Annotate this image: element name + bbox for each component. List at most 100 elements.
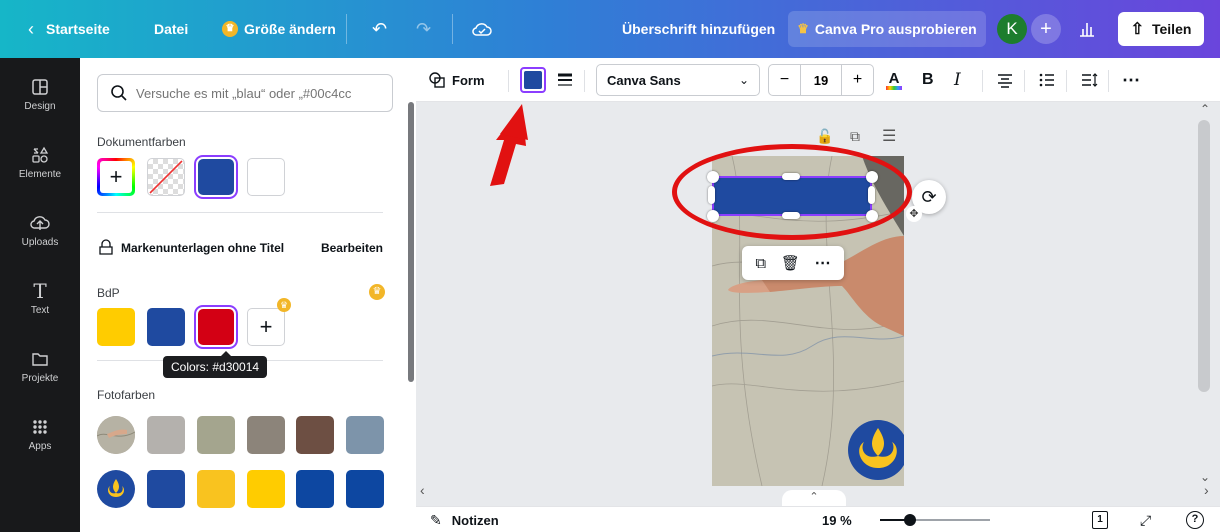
shape-button[interactable]: Form [428, 58, 485, 102]
try-pro-button[interactable]: ♛ Canva Pro ausprobieren [788, 11, 986, 47]
file-menu[interactable]: Datei [154, 0, 188, 58]
panel-scrollbar[interactable] [408, 102, 414, 382]
list-button[interactable] [1038, 58, 1056, 102]
avatar[interactable]: K [997, 14, 1027, 44]
notes-button[interactable]: ✎ Notizen [430, 507, 499, 532]
add-palette-color-button[interactable]: + [247, 308, 285, 346]
photo-swatch[interactable] [346, 416, 384, 454]
border-style-button[interactable] [556, 58, 574, 102]
add-collaborator-button[interactable]: + [1031, 14, 1061, 44]
shape-label: Form [452, 72, 485, 88]
rail-item-elements[interactable]: Elemente [0, 132, 80, 192]
rail-item-design[interactable]: Design [0, 64, 80, 124]
divider [346, 14, 347, 44]
fullscreen-button[interactable]: ⤢ [1140, 507, 1151, 532]
shape-icon [429, 72, 445, 88]
text-color-button[interactable]: A [886, 58, 902, 102]
resize-label: Größe ändern [244, 21, 336, 37]
canvas-scrollbar[interactable] [1198, 120, 1210, 392]
undo-button[interactable]: ↶ [372, 0, 387, 58]
add-color-button[interactable]: + [97, 158, 135, 196]
text-color-icon: A [886, 71, 902, 90]
italic-button[interactable]: I [954, 58, 961, 102]
color-search[interactable] [97, 74, 393, 112]
save-status-button[interactable] [472, 0, 492, 58]
photo-swatch[interactable] [147, 416, 185, 454]
divider [1066, 70, 1067, 92]
photo-swatch[interactable] [197, 470, 235, 508]
font-size-value[interactable]: 19 [801, 65, 841, 95]
bullet-list-icon [1039, 73, 1054, 87]
scroll-up-arrow[interactable]: ⌃ [1200, 102, 1210, 116]
expand-icon: ⤢ [1140, 511, 1152, 528]
add-heading-button[interactable]: Überschrift hinzufügen [622, 0, 775, 58]
page-count-button[interactable]: 1 [1092, 507, 1108, 532]
rail-item-uploads[interactable]: Uploads [0, 200, 80, 260]
duplicate-page-button[interactable]: ⧉ [850, 128, 860, 145]
rail-item-projects[interactable]: Projekte [0, 336, 80, 396]
back-home-button[interactable]: ‹ Startseite [28, 0, 110, 58]
photo-swatch[interactable] [247, 470, 285, 508]
more-options-button[interactable]: ⋯ [1122, 58, 1140, 102]
notes-label: Notizen [451, 512, 499, 528]
bold-icon: B [922, 71, 934, 88]
upload-share-icon: ⇧ [1130, 21, 1144, 38]
divider [508, 70, 509, 92]
doc-color-swatch-white[interactable] [247, 158, 285, 196]
decrease-size-button[interactable]: − [769, 65, 801, 95]
help-button[interactable]: ? [1186, 507, 1204, 532]
trash-icon[interactable]: 🗑 [781, 254, 800, 272]
add-page-button[interactable]: ☰ [882, 126, 896, 146]
logo-thumbnail[interactable] [97, 470, 135, 508]
font-size-stepper: − 19 + [768, 64, 874, 96]
photo-swatch[interactable] [296, 416, 334, 454]
transparent-swatch[interactable] [147, 158, 185, 196]
zoom-slider-thumb[interactable] [904, 514, 916, 526]
brand-kit-row: Markenunterlagen ohne Titel Bearbeiten [97, 238, 383, 258]
photo-thumbnail[interactable] [97, 416, 135, 454]
palette-swatch-red[interactable] [198, 309, 234, 345]
lock-page-button[interactable]: 🔓 [816, 128, 833, 145]
scroll-left-arrow[interactable]: ‹ [420, 482, 425, 498]
fill-color-button[interactable] [520, 58, 546, 102]
crown-icon: ♛ [369, 284, 385, 300]
brand-edit-link[interactable]: Bearbeiten [321, 241, 383, 255]
zoom-slider[interactable] [880, 507, 990, 532]
minus-icon: − [779, 71, 790, 88]
zoom-value[interactable]: 19 % [822, 507, 852, 532]
spacing-button[interactable] [1080, 58, 1098, 102]
resize-button[interactable]: ♛ Größe ändern [222, 0, 336, 58]
photo-swatch[interactable] [346, 470, 384, 508]
rail-item-text[interactable]: T Text [0, 268, 80, 328]
palette-swatch-yellow[interactable] [97, 308, 135, 346]
photo-swatch[interactable] [197, 416, 235, 454]
font-family-select[interactable]: Canva Sans ⌄ [596, 64, 760, 96]
shapes-icon [32, 146, 49, 163]
color-search-input[interactable] [136, 85, 376, 101]
rail-label: Design [24, 101, 56, 112]
scroll-down-arrow[interactable]: ⌄ [1200, 470, 1210, 484]
divider [584, 70, 585, 92]
share-button[interactable]: ⇧ Teilen [1118, 12, 1204, 46]
rail-item-apps[interactable]: Apps [0, 404, 80, 464]
photo-swatch[interactable] [147, 470, 185, 508]
notes-icon: ✎ [430, 511, 442, 528]
no-color-slash-icon [149, 160, 183, 194]
photo-swatch[interactable] [296, 470, 334, 508]
redo-button[interactable]: ↷ [416, 0, 431, 58]
increase-size-button[interactable]: + [841, 65, 873, 95]
doc-color-swatch-blue[interactable] [198, 159, 234, 195]
folder-icon [32, 353, 48, 366]
bold-button[interactable]: B [922, 58, 934, 102]
rail-label: Text [30, 305, 50, 316]
insights-button[interactable] [1078, 0, 1096, 58]
move-handle[interactable]: ✥ [906, 206, 922, 222]
duplicate-icon[interactable]: ⧉ [755, 255, 766, 272]
more-dots-icon[interactable]: ⋯ [815, 253, 831, 273]
align-button[interactable] [996, 58, 1014, 102]
scroll-right-arrow[interactable]: › [1204, 482, 1209, 498]
chevron-left-icon: ‹ [28, 18, 34, 39]
photo-swatch[interactable] [247, 416, 285, 454]
more-dots-icon: ⋯ [1122, 69, 1140, 90]
palette-swatch-blue[interactable] [147, 308, 185, 346]
